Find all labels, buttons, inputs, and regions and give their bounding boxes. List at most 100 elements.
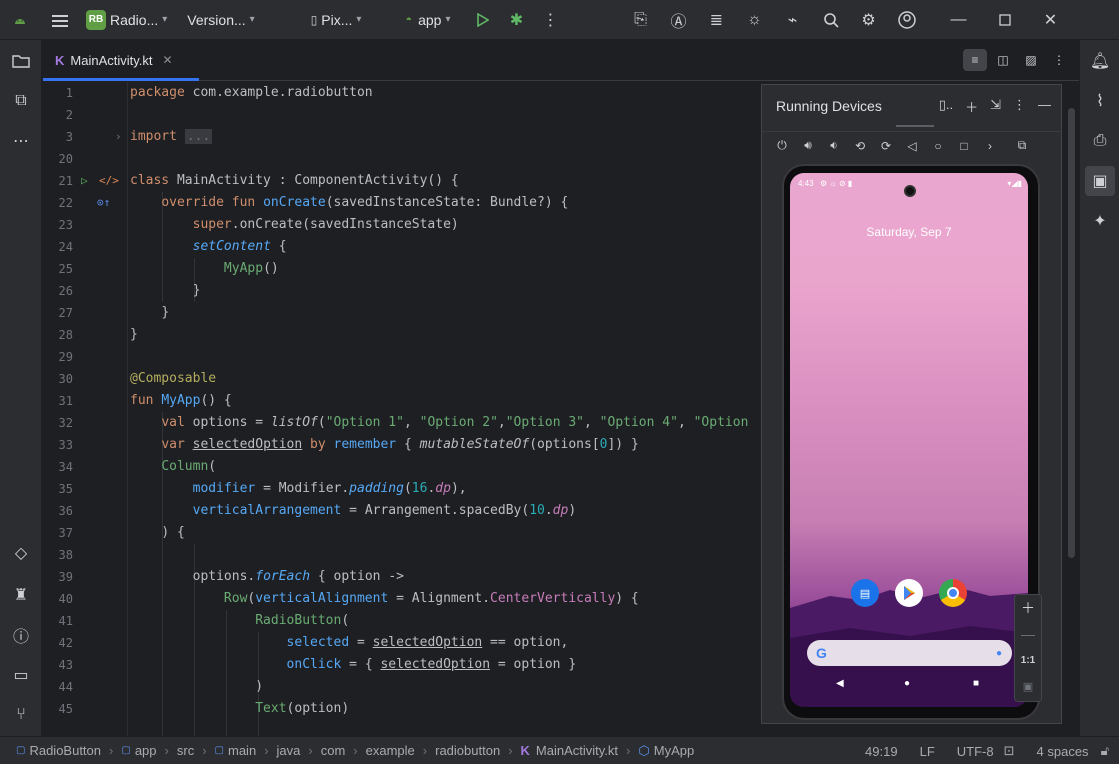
notifications-icon[interactable]: 🔔︎ xyxy=(1087,48,1113,74)
readonly-toggle-icon[interactable]: ⊡ xyxy=(1004,743,1015,759)
logcat-icon[interactable]: ≣ xyxy=(703,6,731,34)
back-icon[interactable]: ◀ xyxy=(836,678,844,689)
resource-manager-icon[interactable]: ⧉ xyxy=(8,88,34,114)
problems-icon[interactable]: ⓘ xyxy=(8,622,34,648)
device-manager-icon[interactable]: ⎘ xyxy=(627,6,655,34)
encoding[interactable]: UTF-8 xyxy=(957,744,994,759)
breadcrumb-item[interactable]: main xyxy=(228,743,256,758)
device-selector[interactable]: ▯ Pix... ▾ xyxy=(305,6,368,34)
android-icon xyxy=(6,6,34,34)
composable-call: MyApp xyxy=(223,261,264,276)
tab-main-activity[interactable]: K MainActivity.kt ✕ xyxy=(43,40,199,81)
device-file-icon[interactable]: ⎙ xyxy=(1087,128,1113,154)
code-text: options. xyxy=(192,569,256,584)
breadcrumb-item[interactable]: MainActivity.kt xyxy=(536,743,618,758)
more-options-icon[interactable]: ⋮ xyxy=(1013,97,1026,116)
split-view-icon[interactable]: ◫ xyxy=(991,49,1015,71)
build-variants-icon[interactable]: ◇ xyxy=(8,540,34,566)
more-options-icon[interactable]: ⋮ xyxy=(1047,49,1071,71)
breadcrumb-item[interactable]: radiobutton xyxy=(435,743,500,758)
app-quality-icon[interactable]: ⌇ xyxy=(1087,88,1113,114)
editor-scrollbar[interactable] xyxy=(1068,108,1075,558)
tab-label: MainActivity.kt xyxy=(70,52,153,68)
close-icon[interactable]: ✕ xyxy=(1037,6,1065,34)
run-gutter-icon[interactable]: ▷ xyxy=(81,170,88,192)
main-menu-icon[interactable] xyxy=(46,6,74,34)
assistant-icon[interactable]: ● xyxy=(996,648,1002,659)
fold-arrow-icon[interactable]: › xyxy=(115,126,122,148)
breadcrumb-item[interactable]: example xyxy=(366,743,415,758)
gemini-icon[interactable]: ✦ xyxy=(1087,208,1113,234)
vcs-selector[interactable]: Version... ▾ xyxy=(181,6,260,34)
rotate-right-icon[interactable]: ⟳ xyxy=(876,139,896,153)
account-icon[interactable] xyxy=(893,6,921,34)
zoom-out-icon[interactable]: — xyxy=(1015,621,1041,647)
code-text: .onCreate(savedInstanceState) xyxy=(231,217,459,232)
run-config-selector[interactable]: ◓ app ▾ xyxy=(399,6,456,34)
home-icon[interactable]: ○ xyxy=(928,139,948,153)
zoom-ratio-button[interactable]: 1:1 xyxy=(1015,647,1041,673)
lock-icon[interactable]: 🔓︎ xyxy=(1101,743,1109,759)
maximize-icon[interactable] xyxy=(991,6,1019,34)
device-screen[interactable]: 4:43 ⚙ ☼ ⊘ ▮ ▾◢▮ Saturday, Sep 7 ▤ G ● ◀… xyxy=(790,173,1028,707)
device-tab-icon[interactable]: ▯.. xyxy=(939,97,953,116)
app-inspection-icon[interactable]: ⌁ xyxy=(779,6,807,34)
line-ending[interactable]: LF xyxy=(920,744,935,759)
debug-icon[interactable]: ✱ xyxy=(503,6,531,34)
code-text: , xyxy=(497,415,506,430)
breadcrumb-item[interactable]: com xyxy=(321,743,346,758)
overview-icon[interactable]: ■ xyxy=(973,678,979,689)
build-icon[interactable]: ♜ xyxy=(8,582,34,608)
back-icon[interactable]: ◁ xyxy=(902,139,922,153)
breadcrumb-item[interactable]: RadioButton xyxy=(29,743,101,758)
minimize-icon[interactable]: — xyxy=(1038,97,1051,116)
project-selector[interactable]: RB Radio... ▾ xyxy=(80,6,173,34)
line-number: 23 xyxy=(58,218,73,232)
breadcrumb-item[interactable]: src xyxy=(177,743,194,758)
folder-icon[interactable] xyxy=(8,48,34,74)
code-view-icon[interactable]: ≡ xyxy=(963,49,987,71)
search-icon[interactable] xyxy=(817,6,845,34)
code-text: { xyxy=(396,437,420,452)
device-toolbar: ⏻ 🔊︎ 🔉︎ ⟲ ⟳ ◁ ○ □ › ⧉ xyxy=(762,131,1061,159)
overview-icon[interactable]: □ xyxy=(954,139,974,153)
bug-icon[interactable]: ☼ xyxy=(741,6,769,34)
code-text: == option, xyxy=(482,635,569,650)
zoom-in-icon[interactable]: ＋ xyxy=(1015,595,1041,621)
power-icon[interactable]: ⏻ xyxy=(772,138,792,153)
add-device-icon[interactable]: ＋ xyxy=(965,97,978,116)
messages-app-icon[interactable]: ▤ xyxy=(851,579,879,607)
volume-up-icon[interactable]: 🔊︎ xyxy=(798,138,818,153)
running-devices-icon[interactable]: ▣ xyxy=(1085,166,1115,196)
gear-icon[interactable]: ⚙ xyxy=(855,6,883,34)
minimize-icon[interactable]: — xyxy=(945,6,973,34)
more-options-icon[interactable]: ⋮ xyxy=(537,6,565,34)
terminal-icon[interactable]: ▭ xyxy=(8,662,34,688)
forward-icon[interactable]: › xyxy=(980,139,1000,153)
home-icon[interactable]: ● xyxy=(904,678,910,689)
translate-icon[interactable]: Ⓐ xyxy=(665,6,693,34)
hide-panel-icon[interactable]: ⇲ xyxy=(990,97,1001,116)
chrome-app-icon[interactable] xyxy=(939,579,967,607)
play-store-app-icon[interactable] xyxy=(895,579,923,607)
fit-screen-icon[interactable]: ▣ xyxy=(1015,673,1041,699)
compose-preview-icon[interactable]: </> xyxy=(99,170,119,192)
cursor-position[interactable]: 49:19 xyxy=(865,744,898,759)
module-icon: ▢ xyxy=(16,745,26,756)
more-tools-icon[interactable]: ⋯ xyxy=(8,128,34,154)
volume-down-icon[interactable]: 🔉︎ xyxy=(824,138,844,153)
folded-imports[interactable]: ... xyxy=(184,129,213,144)
close-tab-icon[interactable]: ✕ xyxy=(163,53,173,67)
breadcrumb-item[interactable]: app xyxy=(135,743,157,758)
breadcrumb-item[interactable]: java xyxy=(277,743,301,758)
rotate-left-icon[interactable]: ⟲ xyxy=(850,139,870,153)
indent-setting[interactable]: 4 spaces xyxy=(1037,744,1089,759)
design-view-icon[interactable]: ▨ xyxy=(1019,49,1043,71)
git-icon[interactable]: ⑂ xyxy=(8,702,34,728)
override-gutter-icon[interactable]: ⊙↑ xyxy=(97,192,110,214)
google-search-bar[interactable]: G ● xyxy=(807,640,1012,666)
run-icon[interactable] xyxy=(469,6,497,34)
breadcrumb-item[interactable]: MyApp xyxy=(654,743,694,758)
number-literal: 16 xyxy=(411,481,428,496)
screenshot-icon[interactable]: ⧉ xyxy=(1012,138,1032,153)
